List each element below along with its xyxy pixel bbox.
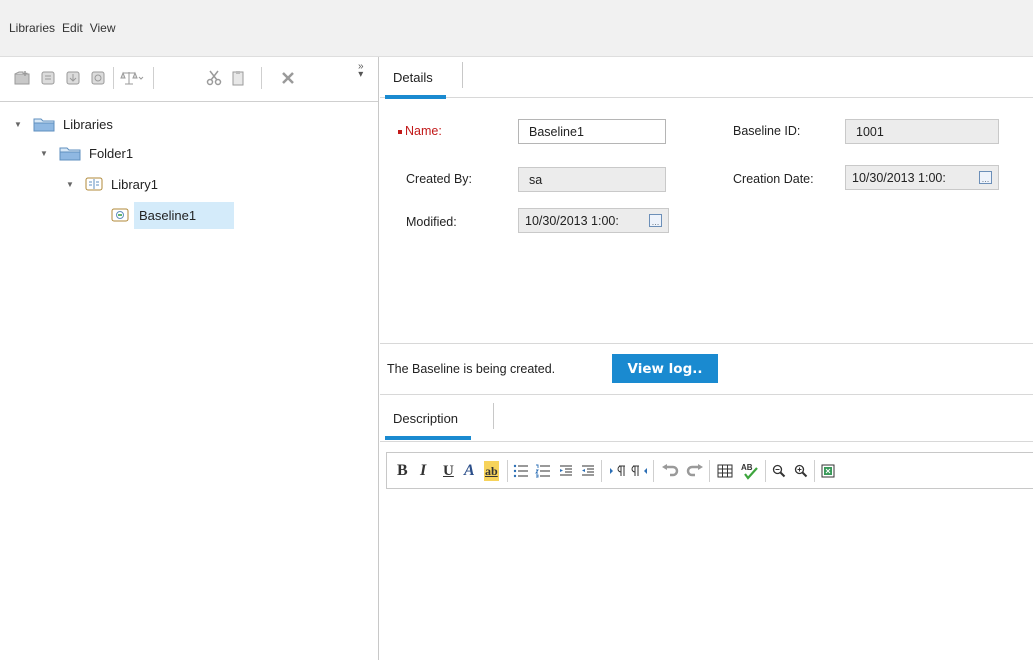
highlight-button[interactable]: ab <box>484 461 499 481</box>
table-icon[interactable] <box>717 461 733 481</box>
bold-button[interactable]: B <box>397 461 408 481</box>
modified-label: Modified: <box>406 215 457 229</box>
creation-date-label: Creation Date: <box>733 172 814 186</box>
zoom-out-icon[interactable] <box>772 461 786 481</box>
view-log-button[interactable]: View log.. <box>612 354 718 383</box>
folder-icon <box>59 145 81 161</box>
tree-toolbar: » ▾ <box>0 57 378 102</box>
zoom-in-icon[interactable] <box>794 461 808 481</box>
redo-icon[interactable] <box>686 461 704 481</box>
paste-icon[interactable] <box>229 69 247 87</box>
menu-view[interactable]: View <box>90 21 116 35</box>
svg-text:AB: AB <box>741 463 753 472</box>
baseline-icon[interactable] <box>89 69 107 87</box>
details-tabbar: Details <box>380 57 1033 99</box>
tree-item-baseline1[interactable]: Baseline1 <box>111 201 235 229</box>
status-bar: The Baseline is being created. View log.… <box>380 343 1033 395</box>
rtl-direction-icon[interactable] <box>631 461 649 481</box>
ltr-direction-icon[interactable] <box>609 461 627 481</box>
cut-icon[interactable] <box>205 69 223 87</box>
tab-details[interactable]: Details <box>380 57 446 99</box>
menu-edit[interactable]: Edit <box>62 21 83 35</box>
delete-icon[interactable] <box>279 69 297 87</box>
description-editor-toolbar: B I U A ab AB <box>386 452 1033 489</box>
modified-value <box>525 213 646 228</box>
import-library-icon[interactable] <box>64 69 82 87</box>
creation-date-value <box>852 170 976 185</box>
calendar-icon[interactable]: … <box>649 214 662 227</box>
baseline-id-field <box>845 119 999 144</box>
required-marker-icon <box>398 129 402 134</box>
created-by-field <box>518 167 666 192</box>
folder-icon <box>33 116 55 132</box>
font-color-button[interactable]: A <box>464 461 475 481</box>
name-label: Name: <box>398 124 442 138</box>
numbered-list-icon[interactable] <box>535 461 551 481</box>
library-icon[interactable] <box>39 69 57 87</box>
created-by-label: Created By: <box>406 172 473 186</box>
new-library-icon[interactable] <box>13 69 31 87</box>
status-text: The Baseline is being created. <box>387 362 556 376</box>
name-field[interactable] <box>518 119 666 144</box>
undo-icon[interactable] <box>661 461 679 481</box>
spellcheck-icon[interactable]: AB <box>741 461 759 481</box>
tab-description[interactable]: Description <box>380 398 472 440</box>
baseline-id-label: Baseline ID: <box>733 124 801 138</box>
html-source-icon[interactable] <box>821 461 835 481</box>
description-tabbar: Description <box>380 395 1033 442</box>
tree-item-libraries[interactable]: ▼ Libraries <box>14 111 113 137</box>
calendar-icon[interactable]: … <box>979 171 992 184</box>
details-pane: Details Name: Baseline ID: Created By: C… <box>380 57 1033 660</box>
italic-button[interactable]: I <box>420 461 426 481</box>
bullet-list-icon[interactable] <box>513 461 529 481</box>
underline-button[interactable]: U <box>443 461 454 481</box>
library-tree-pane: » ▾ ▼ Libraries ▼ Folder1 ▼ Library1 Bas… <box>0 57 379 660</box>
chevron-down-icon[interactable]: ▼ <box>14 120 24 129</box>
tree-item-library1[interactable]: ▼ Library1 <box>66 171 158 197</box>
chevron-down-icon[interactable]: ▼ <box>40 149 50 158</box>
library-icon <box>85 176 103 192</box>
toolbar-overflow-icon[interactable]: » ▾ <box>358 62 364 80</box>
baseline-icon <box>111 207 129 223</box>
chevron-down-icon[interactable]: ▼ <box>66 180 76 189</box>
menu-libraries[interactable]: Libraries <box>9 21 55 35</box>
menu-bar: Libraries Edit View <box>0 0 1033 57</box>
indent-increase-icon[interactable] <box>559 461 573 481</box>
tree-item-folder1[interactable]: ▼ Folder1 <box>40 140 133 166</box>
creation-date-field: … <box>845 165 999 190</box>
compare-icon[interactable] <box>119 69 145 87</box>
indent-decrease-icon[interactable] <box>581 461 595 481</box>
modified-field: … <box>518 208 669 233</box>
